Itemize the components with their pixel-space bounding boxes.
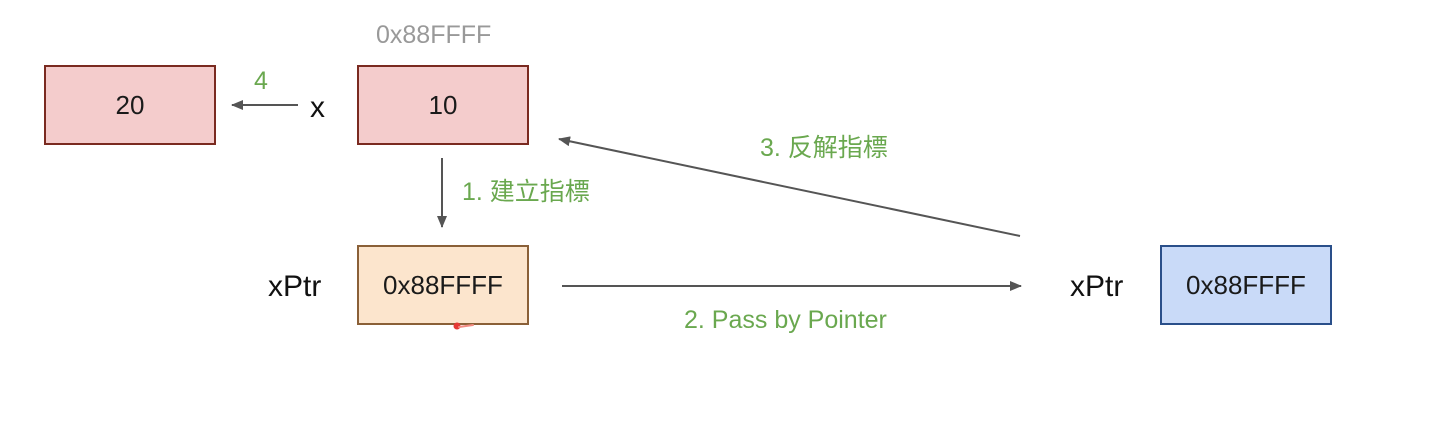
xptr-local-box: 0x88FFFF xyxy=(357,245,529,325)
x-address-label: 0x88FFFF xyxy=(376,21,492,49)
xptr-local-label: xPtr xyxy=(268,270,322,303)
x-variable-label: x xyxy=(310,91,325,124)
old-value-text: 20 xyxy=(115,89,145,120)
xptr-param-value: 0x88FFFF xyxy=(1186,269,1306,300)
xptr-param-box: 0x88FFFF xyxy=(1160,245,1332,325)
x-value-box: 10 xyxy=(357,65,529,145)
xptr-local-value: 0x88FFFF xyxy=(383,269,503,300)
arrows-layer xyxy=(231,100,1022,291)
old-value-box: 20 xyxy=(44,65,216,145)
step2-label: 2. Pass by Pointer xyxy=(684,306,887,334)
step3-label: 3. 反解指標 xyxy=(760,134,888,162)
xptr-param-label: xPtr xyxy=(1070,270,1124,303)
cursor-mark xyxy=(453,322,474,330)
step1-label: 1. 建立指標 xyxy=(462,178,590,206)
x-value-text: 10 xyxy=(428,89,458,120)
step4-label: 4 xyxy=(254,67,268,95)
